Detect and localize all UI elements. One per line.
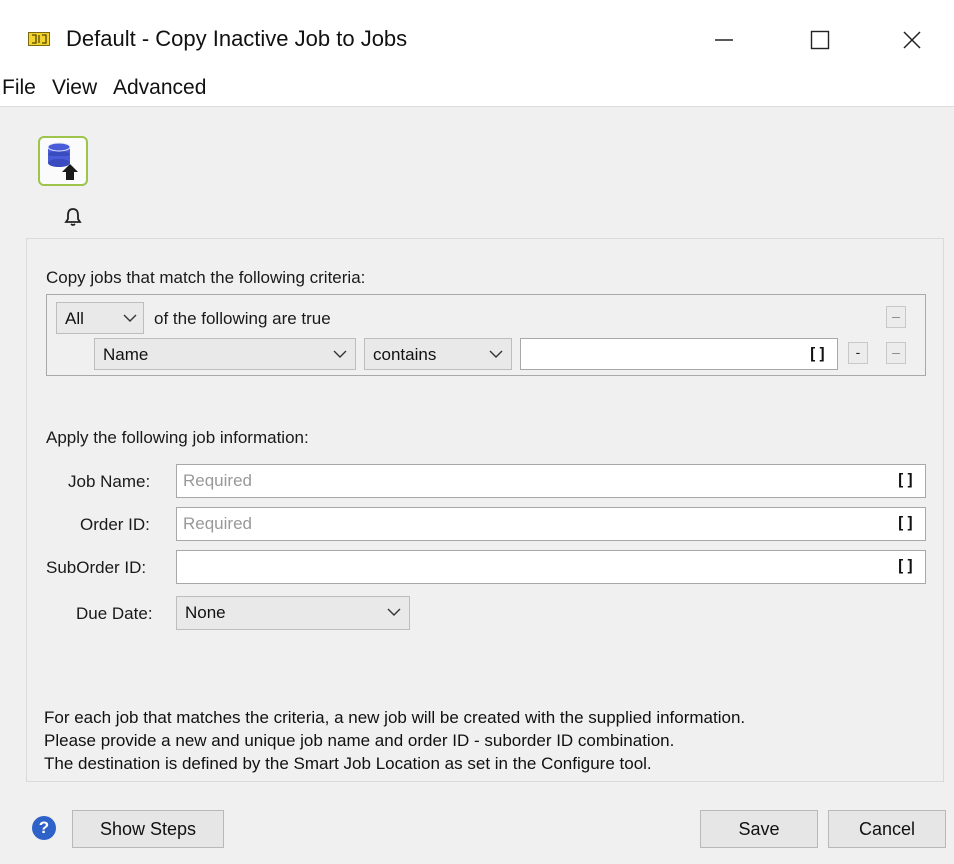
chevron-down-icon — [123, 314, 137, 322]
database-upload-icon — [47, 142, 78, 180]
maximize-button[interactable] — [796, 18, 844, 62]
rule-operator-value: contains — [373, 345, 437, 364]
match-mode-select[interactable]: All — [56, 302, 144, 334]
order-id-label: Order ID: — [80, 515, 150, 534]
menu-advanced[interactable]: Advanced — [113, 76, 206, 100]
job-name-label: Job Name: — [68, 472, 151, 491]
chevron-down-icon — [387, 608, 401, 616]
order-id-placeholder: Required — [183, 514, 252, 533]
cancel-button[interactable]: Cancel — [828, 810, 946, 848]
job-name-placeholder: Required — [183, 471, 252, 490]
variable-icon[interactable]: [] — [896, 470, 915, 489]
due-date-value: None — [185, 603, 226, 622]
close-icon — [903, 31, 921, 49]
bell-icon[interactable] — [62, 206, 84, 228]
order-id-input[interactable]: Required [] — [176, 507, 926, 541]
window-title: Default - Copy Inactive Job to Jobs — [66, 26, 408, 51]
remove-group-button[interactable]: – — [886, 306, 906, 328]
add-rule-button[interactable]: - — [848, 342, 868, 364]
criteria-heading: Copy jobs that match the following crite… — [46, 268, 366, 287]
maximize-icon — [810, 30, 830, 50]
rule-value-input[interactable]: [] — [520, 338, 838, 370]
job-name-input[interactable]: Required [] — [176, 464, 926, 498]
rule-field-value: Name — [103, 345, 149, 364]
variable-icon[interactable]: [] — [808, 344, 827, 363]
info-line-2: Please provide a new and unique job name… — [44, 731, 675, 750]
match-mode-value: All — [65, 309, 84, 328]
menu-view[interactable]: View — [52, 76, 97, 100]
due-date-select[interactable]: None — [176, 596, 410, 630]
rule-operator-select[interactable]: contains — [364, 338, 512, 370]
suborder-id-label: SubOrder ID: — [46, 558, 147, 577]
suborder-id-input[interactable]: [] — [176, 550, 926, 584]
menu-file[interactable]: File — [2, 76, 36, 100]
rule-field-select[interactable]: Name — [94, 338, 356, 370]
chevron-down-icon — [333, 350, 347, 358]
remove-rule-button[interactable]: – — [886, 342, 906, 364]
match-suffix: of the following are true — [154, 309, 331, 328]
variable-icon[interactable]: [] — [896, 513, 915, 532]
close-button[interactable] — [888, 18, 936, 62]
tool-icon-button[interactable] — [38, 136, 88, 186]
save-button[interactable]: Save — [700, 810, 818, 848]
show-steps-button[interactable]: Show Steps — [72, 810, 224, 848]
info-line-1: For each job that matches the criteria, … — [44, 708, 746, 727]
minimize-button[interactable] — [700, 18, 748, 62]
info-line-3: The destination is defined by the Smart … — [44, 754, 652, 773]
menu-bar: File View Advanced — [0, 66, 954, 106]
minimize-icon — [715, 39, 733, 41]
chevron-down-icon — [489, 350, 503, 358]
job-info-heading: Apply the following job information: — [46, 428, 309, 447]
due-date-label: Due Date: — [76, 604, 153, 623]
variable-icon[interactable]: [] — [896, 556, 915, 575]
help-icon[interactable]: ? — [32, 816, 56, 840]
switch-icon — [28, 32, 50, 46]
